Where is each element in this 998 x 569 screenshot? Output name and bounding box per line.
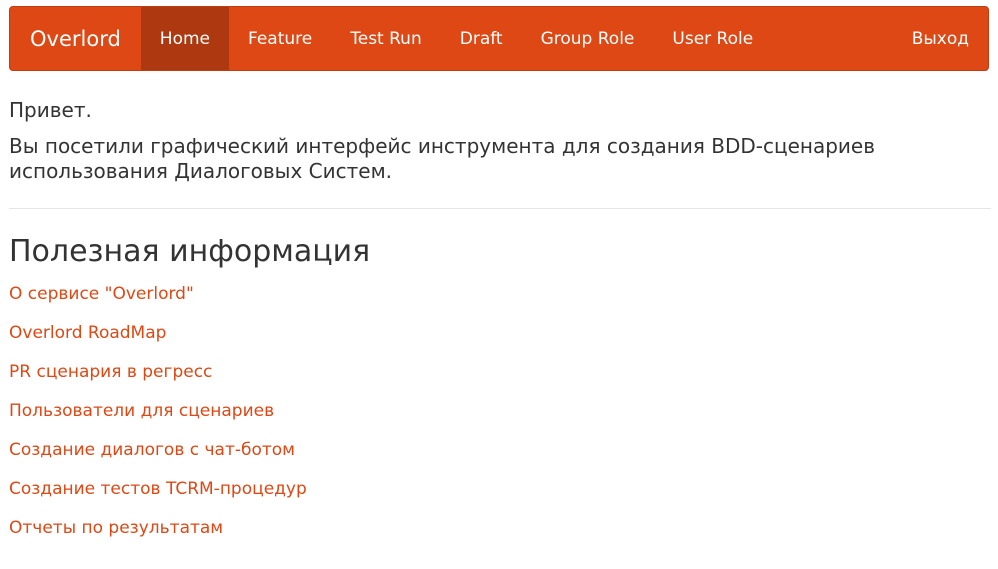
list-item: Отчеты по результатам — [9, 518, 991, 557]
link-tcrm-tests[interactable]: Создание тестов TCRM-процедур — [9, 479, 307, 499]
nav-item-home[interactable]: Home — [140, 7, 229, 70]
nav-item-draft[interactable]: Draft — [441, 7, 522, 70]
link-chatbot-dialogs[interactable]: Создание диалогов с чат-ботом — [9, 440, 295, 460]
list-item: Overlord RoadMap — [9, 323, 991, 362]
nav-menu: Home Feature Test Run Draft Group Role U… — [140, 7, 772, 70]
link-scenario-users[interactable]: Пользователи для сценариев — [9, 401, 274, 421]
info-links-list: О сервисе "Overlord" Overlord RoadMap PR… — [9, 284, 991, 557]
link-pr-regress[interactable]: PR сценария в регресс — [9, 362, 212, 382]
link-roadmap[interactable]: Overlord RoadMap — [9, 323, 166, 343]
link-about-overlord[interactable]: О сервисе "Overlord" — [9, 284, 194, 304]
nav-item-feature[interactable]: Feature — [229, 7, 331, 70]
main-content: Привет. Вы посетили графический интерфей… — [9, 96, 991, 557]
link-reports[interactable]: Отчеты по результатам — [9, 518, 223, 538]
logout-link[interactable]: Выход — [912, 7, 988, 70]
list-item: Пользователи для сценариев — [9, 401, 991, 440]
section-title: Полезная информация — [9, 234, 371, 269]
brand-link[interactable]: Overlord — [10, 7, 141, 70]
list-item: PR сценария в регресс — [9, 362, 991, 401]
nav-item-group-role[interactable]: Group Role — [522, 7, 654, 70]
intro-text: Вы посетили графический интерфейс инстру… — [9, 134, 876, 183]
list-item: Создание диалогов с чат-ботом — [9, 440, 991, 479]
greeting-text: Привет. — [9, 98, 92, 122]
nav-item-test-run[interactable]: Test Run — [331, 7, 440, 70]
list-item: О сервисе "Overlord" — [9, 284, 991, 323]
list-item: Создание тестов TCRM-процедур — [9, 479, 991, 518]
nav-item-user-role[interactable]: User Role — [653, 7, 772, 70]
top-navbar: Overlord Home Feature Test Run Draft Gro… — [9, 6, 989, 71]
divider — [9, 208, 991, 209]
